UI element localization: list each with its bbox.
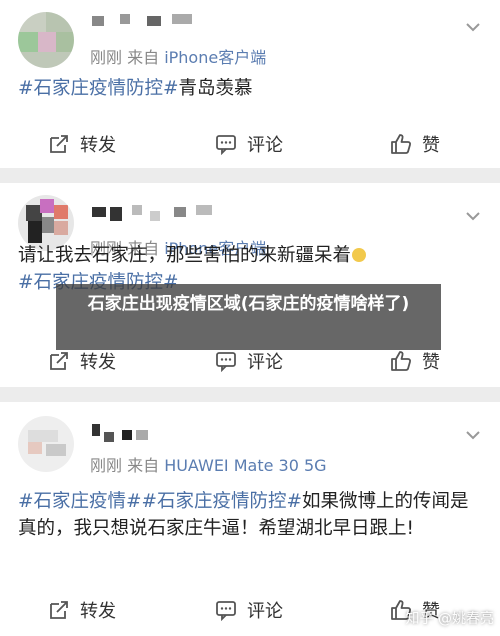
watermark: 知乎 @姚春亮: [405, 611, 494, 627]
chevron-down-icon[interactable]: [464, 18, 482, 36]
like-button[interactable]: 赞: [390, 349, 440, 373]
action-bar: 转发 评论 赞: [0, 124, 500, 164]
comment-button[interactable]: 评论: [215, 349, 283, 373]
post-time: 刚刚 来自: [90, 48, 165, 67]
avatar[interactable]: [18, 416, 74, 472]
post-source[interactable]: iPhone客户端: [164, 48, 266, 67]
share-icon: [50, 352, 68, 370]
post-meta: 刚刚 来自 iPhone客户端: [90, 44, 266, 68]
post-text: 青岛羡慕: [178, 78, 253, 99]
share-label: 转发: [80, 601, 116, 622]
thumbs-up-icon: [391, 351, 412, 371]
comment-icon: [216, 135, 236, 155]
comment-button[interactable]: 评论: [215, 132, 283, 156]
like-label: 赞: [422, 135, 440, 156]
overlay-title: 石家庄出现疫情区域(石家庄的疫情啥样了): [87, 294, 410, 314]
chevron-down-icon[interactable]: [464, 426, 482, 444]
share-button[interactable]: 转发: [48, 349, 116, 373]
chevron-down-icon[interactable]: [464, 207, 482, 225]
comment-label: 评论: [247, 352, 283, 373]
like-button[interactable]: 赞: [390, 132, 440, 156]
share-label: 转发: [80, 352, 116, 373]
comment-label: 评论: [247, 601, 283, 622]
weibo-post-1: 刚刚 来自 iPhone客户端 #石家庄疫情防控#青岛羡慕 转发 评论 赞: [0, 0, 500, 168]
share-label: 转发: [80, 135, 116, 156]
emoji-icon: [352, 248, 367, 262]
share-button[interactable]: 转发: [48, 598, 116, 622]
article-title-overlay: 石家庄出现疫情区域(石家庄的疫情啥样了): [56, 284, 441, 350]
thumbs-up-icon: [391, 134, 412, 154]
hashtag[interactable]: #石家庄疫情防控#: [142, 491, 303, 512]
share-icon: [50, 135, 68, 153]
comment-icon: [216, 601, 236, 621]
post-time: 刚刚 来自: [90, 456, 165, 475]
post-text: 请让我去石家庄，那些害怕的来新疆呆着: [18, 245, 352, 266]
post-meta: 刚刚 来自 HUAWEI Mate 30 5G: [90, 452, 327, 476]
hashtag[interactable]: #石家庄疫情#: [18, 491, 142, 512]
comment-icon: [216, 352, 236, 372]
share-button[interactable]: 转发: [48, 132, 116, 156]
comment-label: 评论: [247, 135, 283, 156]
post-body: #石家庄疫情##石家庄疫情防控#如果微博上的传闻是真的，我只想说石家庄牛逼！希望…: [18, 488, 486, 542]
weibo-post-3: 刚刚 来自 HUAWEI Mate 30 5G #石家庄疫情##石家庄疫情防控#…: [0, 402, 500, 636]
post-source[interactable]: HUAWEI Mate 30 5G: [164, 456, 326, 475]
share-icon: [50, 601, 68, 619]
post-body: #石家庄疫情防控#青岛羡慕: [18, 75, 486, 102]
comment-button[interactable]: 评论: [215, 598, 283, 622]
like-label: 赞: [422, 352, 440, 373]
hashtag[interactable]: #石家庄疫情防控#: [18, 78, 179, 99]
avatar[interactable]: [18, 12, 74, 68]
